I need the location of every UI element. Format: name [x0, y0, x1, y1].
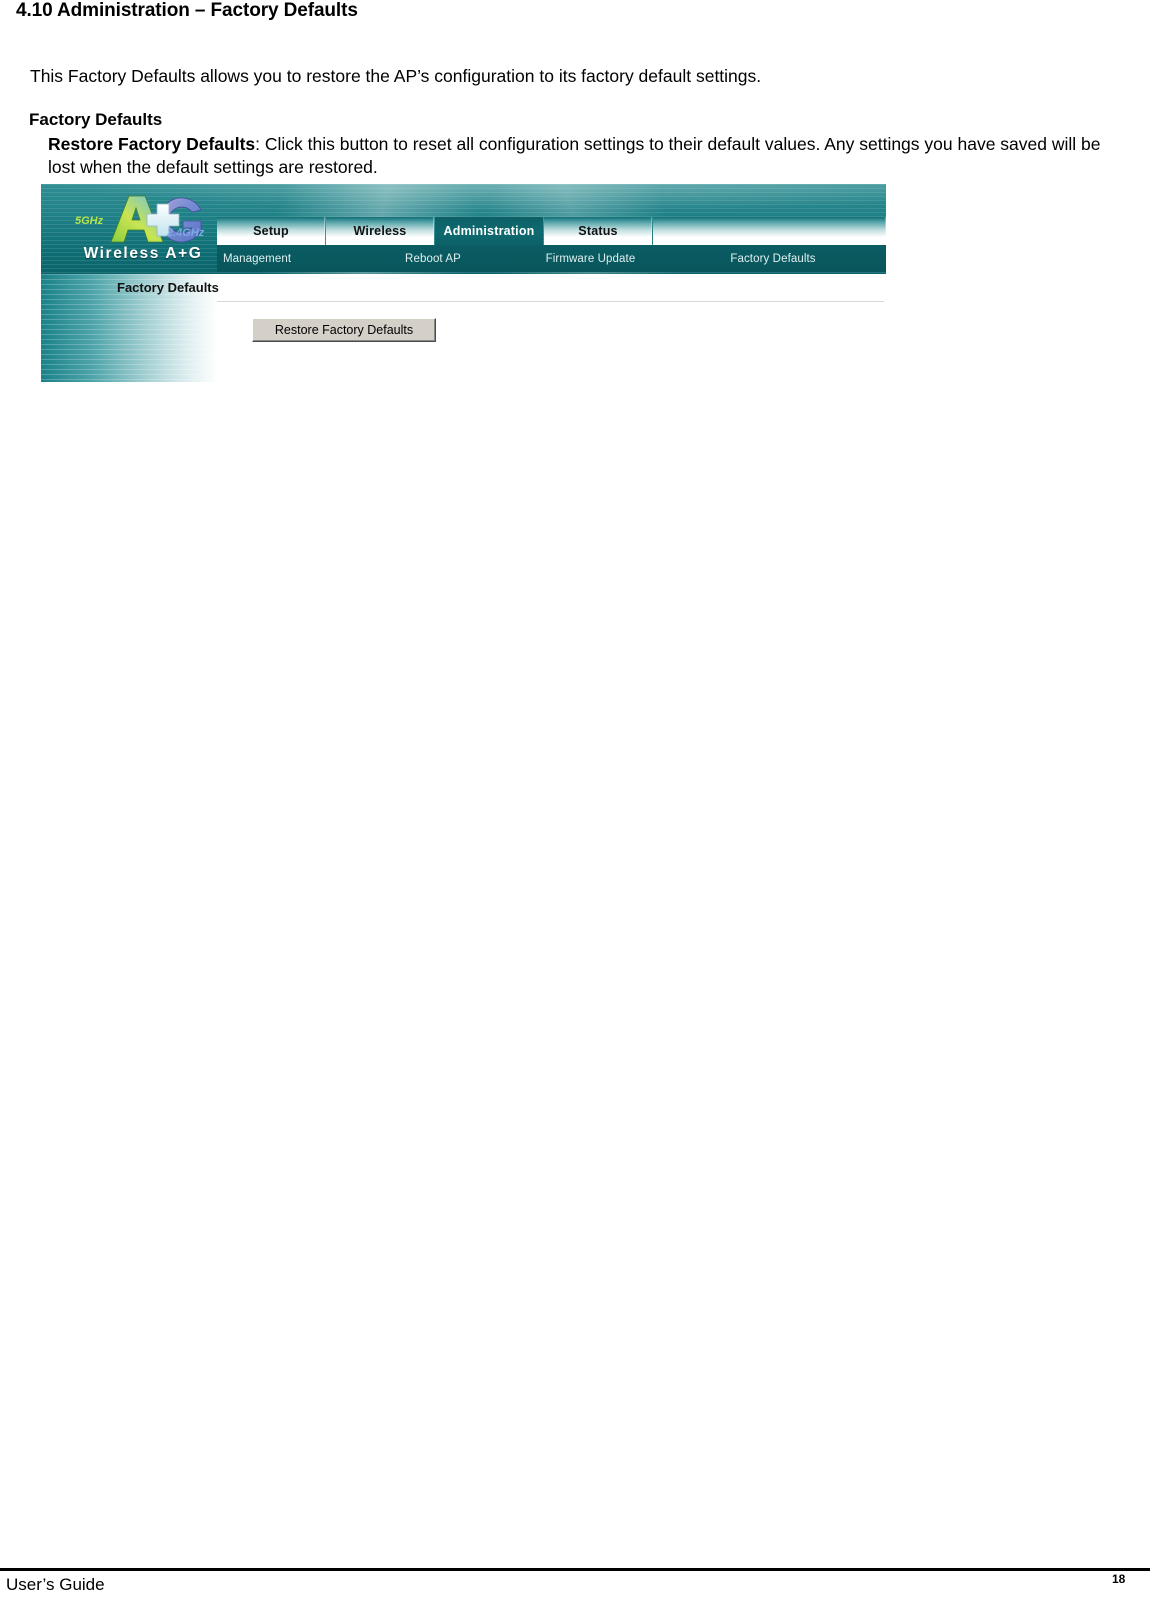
section-label: Factory Defaults — [29, 110, 163, 129]
tab-strip-filler — [653, 217, 886, 245]
sub-navigation-bar: Management Reboot AP Firmware Update Fac… — [217, 245, 886, 272]
svg-text:5GHz: 5GHz — [75, 215, 104, 227]
router-content-area: Restore Factory Defaults — [217, 274, 886, 382]
restore-factory-defaults-button[interactable]: Restore Factory Defaults — [252, 318, 436, 342]
bullet-term: Restore Factory Defaults — [48, 134, 256, 154]
tab-administration[interactable]: Administration — [435, 217, 543, 245]
logo-brand-text: Wireless A+G — [83, 245, 203, 262]
router-body: Factory Defaults Restore Factory Default… — [41, 274, 886, 382]
subnav-item-reboot-ap[interactable]: Reboot AP — [363, 253, 503, 265]
footer-rule — [0, 1568, 1150, 1571]
wireless-ag-logo: 5GHz 2.4GHz Wireless A+G — [49, 188, 229, 272]
subnav-item-firmware-update[interactable]: Firmware Update — [503, 253, 678, 265]
footer-guide-label: User’s Guide — [6, 1575, 105, 1594]
main-tab-strip: Setup Wireless Administration Status — [217, 217, 886, 245]
tab-wireless[interactable]: Wireless — [326, 217, 434, 245]
svg-text:2.4GHz: 2.4GHz — [166, 227, 205, 239]
tab-status[interactable]: Status — [544, 217, 652, 245]
router-ui-screenshot: 5GHz 2.4GHz Wireless A+G Setup Wireless … — [41, 184, 886, 382]
panel-title: Factory Defaults — [117, 280, 219, 295]
tab-setup[interactable]: Setup — [217, 217, 325, 245]
page-title: 4.10 Administration – Factory Defaults — [16, 0, 358, 21]
subnav-item-management[interactable]: Management — [223, 253, 363, 265]
bullet-description: Restore Factory Defaults: Click this but… — [48, 133, 1108, 179]
subnav-item-factory-defaults[interactable]: Factory Defaults — [678, 253, 868, 265]
footer-page-number: 18 — [1112, 1572, 1126, 1586]
router-header-banner: 5GHz 2.4GHz Wireless A+G Setup Wireless … — [41, 184, 886, 274]
intro-paragraph: This Factory Defaults allows you to rest… — [30, 66, 762, 86]
content-divider — [217, 301, 884, 302]
